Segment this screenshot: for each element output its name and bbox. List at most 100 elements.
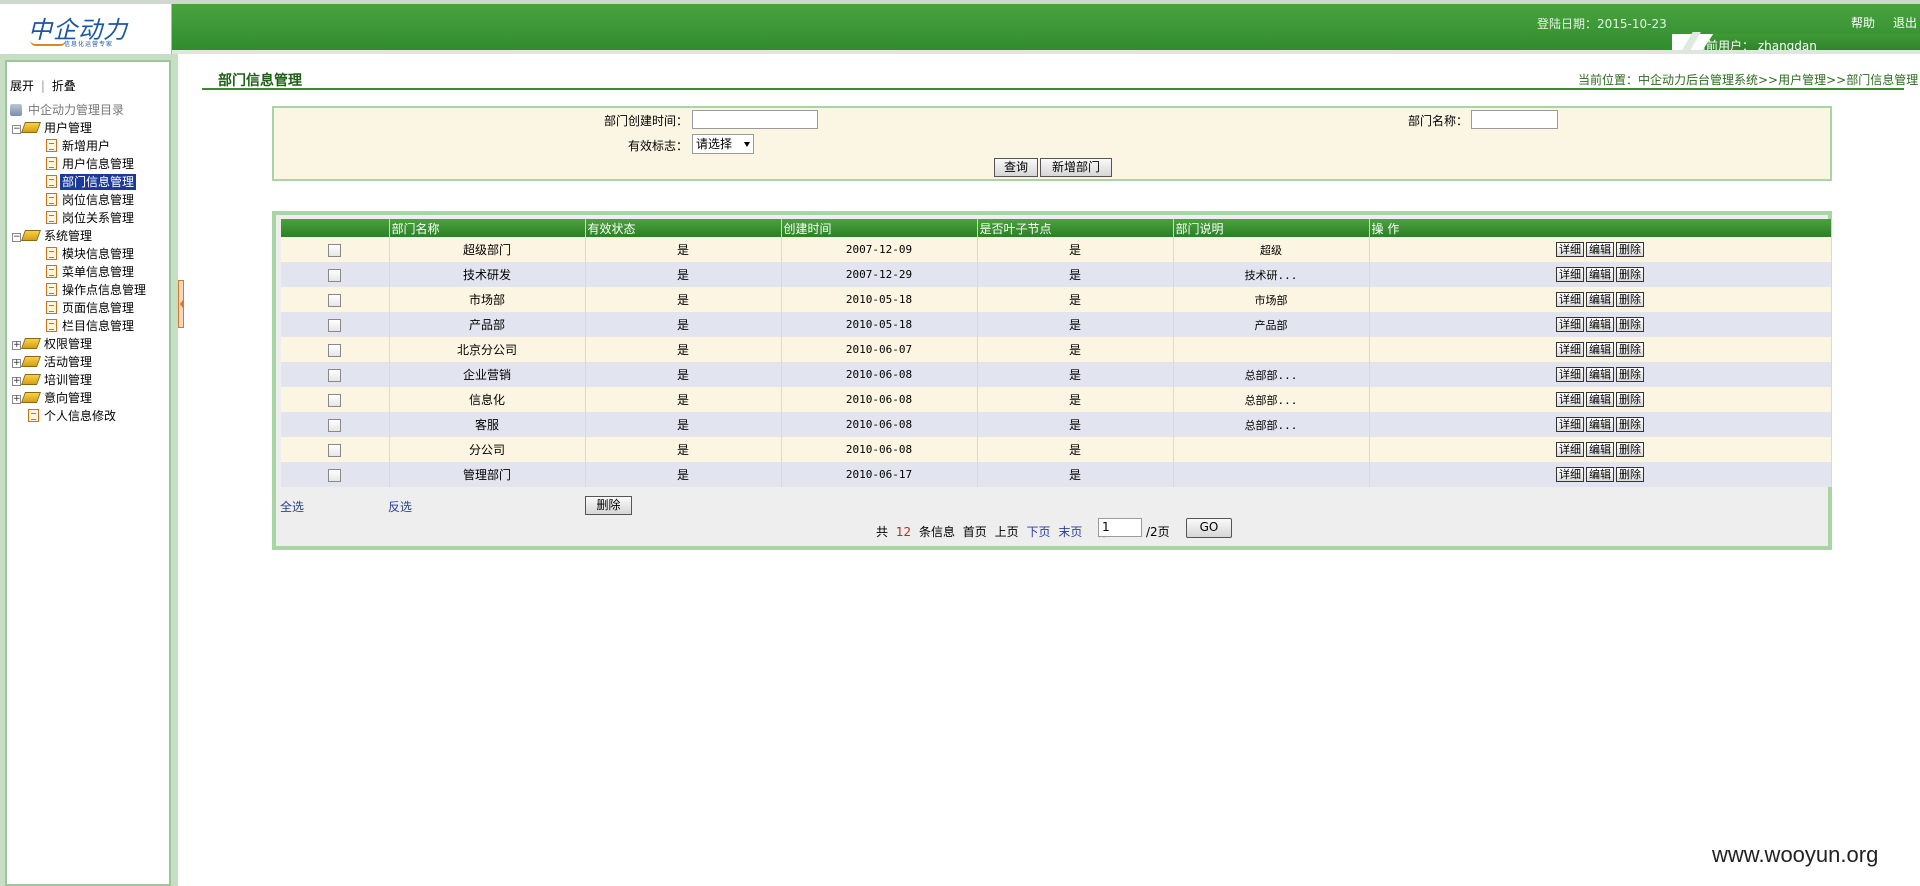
edit-button[interactable]: 编辑	[1586, 467, 1614, 482]
logout-link[interactable]: 退出	[1893, 14, 1917, 31]
detail-button[interactable]: 详细	[1556, 367, 1584, 382]
tree-item[interactable]: 部门信息管理	[46, 174, 137, 190]
delete-button[interactable]: 删除	[1616, 267, 1644, 282]
tree-item[interactable]: 用户信息管理	[46, 156, 136, 172]
delete-button[interactable]: 删除	[1616, 442, 1644, 457]
plus-icon[interactable]: +	[12, 341, 21, 350]
delete-button[interactable]: 删除	[1616, 292, 1644, 307]
detail-button[interactable]: 详细	[1556, 242, 1584, 257]
delete-button[interactable]: 删除	[1616, 417, 1644, 432]
plus-icon[interactable]: +	[12, 377, 21, 386]
row-checkbox[interactable]	[328, 393, 342, 407]
tree-item[interactable]: 栏目信息管理	[46, 318, 136, 334]
delete-button[interactable]: 删除	[1616, 242, 1644, 257]
leaf-cell: 是	[977, 462, 1174, 487]
tree-item[interactable]: 新增用户	[46, 138, 112, 154]
query-button[interactable]: 查询	[994, 158, 1038, 177]
dept-name-input[interactable]	[1471, 110, 1558, 129]
tree-item[interactable]: 模块信息管理	[46, 246, 136, 262]
valid-cell: 是	[585, 462, 782, 487]
page-number-input[interactable]: 1	[1098, 518, 1142, 537]
go-button[interactable]: GO	[1186, 518, 1232, 538]
tree-group[interactable]: + 活动管理	[12, 354, 94, 370]
last-page-link[interactable]: 末页	[1054, 525, 1082, 539]
page-icon	[46, 157, 57, 170]
edit-button[interactable]: 编辑	[1586, 367, 1614, 382]
leaf-cell: 是	[977, 237, 1174, 262]
select-all-link[interactable]: 全选	[280, 498, 304, 515]
edit-button[interactable]: 编辑	[1586, 317, 1614, 332]
tree-item[interactable]: 菜单信息管理	[46, 264, 136, 280]
expand-all-link[interactable]: 展开	[10, 79, 34, 93]
minus-icon[interactable]: −	[12, 233, 21, 242]
detail-button[interactable]: 详细	[1556, 392, 1584, 407]
valid-cell: 是	[585, 437, 782, 462]
tree-item[interactable]: 页面信息管理	[46, 300, 136, 316]
prev-page-link[interactable]: 上页	[991, 525, 1019, 539]
created-cell: 2010-06-08	[781, 362, 978, 387]
row-checkbox[interactable]	[328, 443, 342, 457]
delete-button[interactable]: 删除	[1616, 342, 1644, 357]
detail-button[interactable]: 详细	[1556, 267, 1584, 282]
valid-flag-select[interactable]: 请选择	[692, 134, 754, 154]
detail-button[interactable]: 详细	[1556, 467, 1584, 482]
edit-button[interactable]: 编辑	[1586, 342, 1614, 357]
plus-icon[interactable]: +	[12, 359, 21, 368]
help-link[interactable]: 帮助	[1851, 14, 1875, 31]
desc-cell: 市场部	[1173, 287, 1370, 312]
row-checkbox[interactable]	[328, 418, 342, 432]
edit-button[interactable]: 编辑	[1586, 267, 1614, 282]
row-checkbox[interactable]	[328, 468, 342, 482]
leaf-cell: 是	[977, 437, 1174, 462]
delete-selected-button[interactable]: 删除	[585, 496, 632, 515]
title-divider	[202, 88, 1904, 90]
dept-name-cell: 客服	[389, 412, 586, 437]
leaf-cell: 是	[977, 337, 1174, 362]
desc-cell	[1173, 337, 1370, 362]
edit-button[interactable]: 编辑	[1586, 292, 1614, 307]
folder-book-icon	[20, 230, 42, 241]
row-checkbox[interactable]	[328, 243, 342, 257]
tree-root[interactable]: 中企动力管理目录	[10, 102, 126, 118]
edit-button[interactable]: 编辑	[1586, 417, 1614, 432]
edit-button[interactable]: 编辑	[1586, 392, 1614, 407]
edit-button[interactable]: 编辑	[1586, 442, 1614, 457]
add-dept-button[interactable]: 新增部门	[1040, 158, 1112, 177]
desc-cell	[1173, 462, 1370, 487]
row-checkbox[interactable]	[328, 318, 342, 332]
row-checkbox[interactable]	[328, 293, 342, 307]
row-checkbox[interactable]	[328, 268, 342, 282]
collapse-all-link[interactable]: 折叠	[52, 79, 76, 93]
detail-button[interactable]: 详细	[1556, 442, 1584, 457]
tree-group[interactable]: − 系统管理	[12, 228, 94, 244]
page-icon	[46, 265, 57, 278]
tree-group[interactable]: + 培训管理	[12, 372, 94, 388]
detail-button[interactable]: 详细	[1556, 342, 1584, 357]
detail-button[interactable]: 详细	[1556, 417, 1584, 432]
next-page-link[interactable]: 下页	[1022, 525, 1050, 539]
edit-button[interactable]: 编辑	[1586, 242, 1614, 257]
delete-button[interactable]: 删除	[1616, 467, 1644, 482]
delete-button[interactable]: 删除	[1616, 367, 1644, 382]
first-page-link[interactable]: 首页	[959, 525, 987, 539]
delete-button[interactable]: 删除	[1616, 317, 1644, 332]
detail-button[interactable]: 详细	[1556, 317, 1584, 332]
actions-cell: 详细 编辑 删除	[1369, 437, 1832, 462]
invert-selection-link[interactable]: 反选	[388, 498, 412, 515]
tree-item[interactable]: 岗位关系管理	[46, 210, 136, 226]
detail-button[interactable]: 详细	[1556, 292, 1584, 307]
tree-item-personal[interactable]: 个人信息修改	[28, 408, 118, 424]
tree-group[interactable]: − 用户管理	[12, 120, 94, 136]
tree-item[interactable]: 岗位信息管理	[46, 192, 136, 208]
sidebar-toggle[interactable]	[178, 280, 184, 328]
tree-group[interactable]: + 意向管理	[12, 390, 94, 406]
row-checkbox[interactable]	[328, 343, 342, 357]
create-time-input[interactable]	[692, 110, 818, 129]
delete-button[interactable]: 删除	[1616, 392, 1644, 407]
desc-cell	[1173, 437, 1370, 462]
tree-group[interactable]: + 权限管理	[12, 336, 94, 352]
row-checkbox[interactable]	[328, 368, 342, 382]
plus-icon[interactable]: +	[12, 395, 21, 404]
tree-item[interactable]: 操作点信息管理	[46, 282, 148, 298]
minus-icon[interactable]: −	[12, 125, 21, 134]
